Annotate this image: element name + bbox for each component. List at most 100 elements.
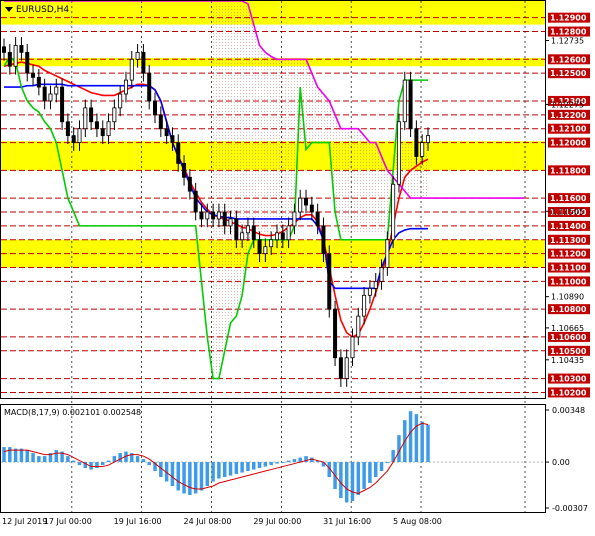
price-tick-label: 1.10665 (551, 324, 584, 333)
candle-body (269, 239, 274, 248)
macd-bar (252, 462, 256, 470)
candle-body (426, 135, 430, 143)
candle-body (83, 107, 88, 130)
price-label: 1.12200 (550, 111, 587, 120)
macd-bar (246, 462, 250, 472)
candle-body (408, 79, 413, 130)
time-label: 17 Jul 00:00 (44, 517, 92, 526)
candle-body (100, 128, 105, 137)
macd-bar (118, 453, 122, 463)
macd-bar (292, 459, 297, 463)
candle-body (94, 121, 99, 130)
candle-body (158, 114, 163, 130)
candle-body (286, 225, 291, 241)
symbol-label: EURUSD,H4 (16, 5, 69, 15)
time-label: 12 Jul 2019 (2, 517, 47, 526)
macd-bar (2, 447, 6, 463)
macd-bar (420, 421, 424, 463)
price-label: 1.10200 (550, 388, 587, 397)
macd-bar (339, 462, 343, 498)
macd-bar (286, 460, 291, 463)
candle-body (321, 225, 326, 255)
candle-body (199, 211, 204, 220)
candle-body (420, 142, 425, 157)
price-label: 1.12000 (550, 139, 587, 148)
chart-window: EURUSD,H4 MACD(8,17,9) 0.002101 0.002548… (0, 0, 595, 532)
macd-bar (205, 462, 210, 487)
candle-body (367, 287, 372, 296)
macd-bar (234, 462, 239, 475)
macd-tick-label: -0.00307 (552, 504, 588, 513)
price-label: 1.10500 (550, 347, 587, 356)
price-label: 1.10600 (550, 333, 587, 342)
candle-body (292, 211, 297, 227)
macd-bar (344, 462, 349, 503)
candle-body (344, 357, 349, 379)
candle-body (298, 197, 303, 213)
candle-body (309, 204, 314, 213)
macd-bar (19, 448, 24, 463)
candle-body (234, 218, 239, 241)
macd-tick-label: 0.00 (552, 458, 570, 467)
macd-bar (257, 462, 262, 469)
macd-bar (13, 448, 18, 463)
macd-bar (217, 462, 221, 479)
candle-body (280, 232, 285, 241)
macd-bar (42, 456, 47, 463)
candle-body (31, 72, 36, 78)
macd-bar (228, 462, 233, 476)
macd-bar (8, 447, 12, 463)
price-label: 1.11400 (550, 222, 587, 231)
candle-body (77, 128, 82, 143)
time-label: 29 Jul 00:00 (253, 517, 301, 526)
candle-body (164, 128, 169, 137)
macd-bar (141, 459, 146, 463)
candle-body (89, 107, 94, 123)
macd-bar (147, 462, 151, 466)
macd-bar (54, 450, 59, 463)
candle-body (245, 225, 250, 234)
macd-bar (269, 462, 273, 466)
candle-body (402, 79, 407, 123)
candle-body (36, 76, 41, 88)
price-tick-label: 1.11505 (551, 207, 584, 216)
candle-body (333, 308, 338, 359)
candle-body (71, 135, 76, 143)
price-label: 1.11800 (550, 166, 587, 175)
macd-bar (199, 462, 204, 491)
candle-body (222, 211, 227, 227)
candle-body (135, 51, 140, 60)
candle-body (112, 107, 117, 123)
price-tick-label: 1.10890 (551, 293, 584, 302)
macd-bar (385, 462, 390, 464)
macd-bar (211, 462, 215, 482)
macd-bar (170, 462, 175, 487)
candle-body (193, 190, 198, 213)
time-label: 19 Jul 16:00 (114, 517, 162, 526)
price-label: 1.12800 (550, 28, 587, 37)
candle-body (362, 294, 367, 317)
time-label: 5 Aug 08:00 (393, 517, 442, 526)
macd-bar (66, 456, 70, 463)
candle-body (54, 86, 59, 95)
macd-bar (176, 462, 180, 491)
candle-body (182, 163, 187, 178)
candle-body (338, 357, 343, 379)
candle-body (315, 211, 320, 227)
candle-body (228, 218, 233, 227)
macd-label: MACD(8,17,9) 0.002101 0.002548 (4, 408, 141, 417)
price-label: 1.11200 (550, 250, 587, 259)
candle-body (123, 79, 128, 95)
candle-body (65, 121, 70, 137)
macd-bar (408, 411, 413, 463)
candle-body (350, 336, 355, 359)
price-label: 1.11000 (550, 277, 587, 286)
candle-body (327, 253, 332, 310)
candle-body (391, 183, 396, 241)
candle-body (379, 267, 384, 282)
candle-body (414, 128, 419, 157)
macd-bar (263, 462, 268, 467)
macd-bar (106, 460, 111, 463)
candle-body (2, 46, 6, 53)
price-tick-label: 1.10435 (551, 356, 584, 365)
